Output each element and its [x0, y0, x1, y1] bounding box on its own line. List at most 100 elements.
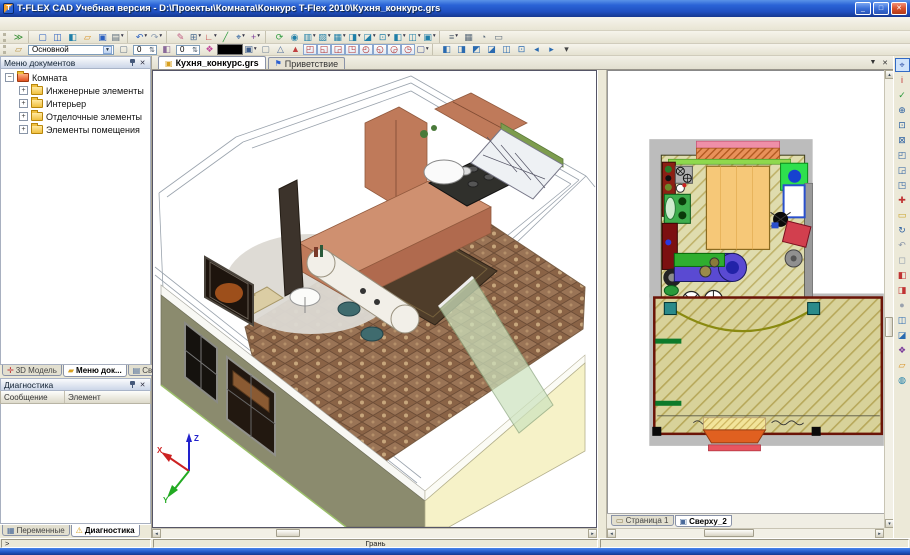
- panel-tab[interactable]: ⚠Диагностика: [71, 525, 140, 537]
- rotation-body-icon[interactable]: ◫: [407, 31, 422, 43]
- color-index-stepper[interactable]: 0⇅: [176, 45, 200, 55]
- tree-root-komnata[interactable]: − Комната: [1, 71, 150, 84]
- redo-icon[interactable]: ↷: [149, 31, 164, 43]
- grid-icon[interactable]: ⊞: [188, 31, 203, 43]
- current-color-swatch[interactable]: [217, 44, 243, 55]
- close-icon[interactable]: ✕: [138, 381, 147, 389]
- preview-icon[interactable]: ◉: [287, 31, 302, 43]
- new-from-prototype-icon[interactable]: ◫: [50, 31, 65, 43]
- diagnostics-list[interactable]: [0, 404, 151, 524]
- insert-table-icon[interactable]: ▦: [461, 31, 476, 43]
- pin-icon[interactable]: [129, 58, 136, 67]
- zoom-page-icon[interactable]: ◳: [895, 178, 910, 192]
- line-style-icon[interactable]: ▣: [243, 44, 258, 55]
- menu-item[interactable]: [62, 23, 74, 25]
- expand-icon[interactable]: +: [19, 99, 28, 108]
- boolean-icon[interactable]: ⊡: [377, 31, 392, 43]
- select-3d-cursor-icon[interactable]: ▲: [288, 44, 303, 55]
- menu-item[interactable]: [146, 23, 158, 25]
- expand-icon[interactable]: +: [19, 125, 28, 134]
- toolbar-overflow-icon[interactable]: ▾: [559, 44, 574, 55]
- check-model-icon[interactable]: ✓: [895, 88, 910, 102]
- extrusion-icon[interactable]: ◧: [392, 31, 407, 43]
- workplane-xy-icon[interactable]: ◧: [439, 44, 454, 55]
- scroll-left-icon[interactable]: ◂: [607, 529, 616, 538]
- tab-list-dropdown-icon[interactable]: ▼: [868, 59, 878, 67]
- draw-mode-8-icon[interactable]: ◷: [401, 44, 415, 55]
- expand-toolbar-icon[interactable]: ≫: [11, 31, 26, 43]
- open-scene-icon[interactable]: ▱: [895, 358, 910, 372]
- plan-hscrollbar[interactable]: ◂ ▸: [607, 528, 884, 538]
- view-top-icon[interactable]: ⊡: [514, 44, 529, 55]
- column-element[interactable]: Элемент: [65, 393, 150, 402]
- element-info-icon[interactable]: i: [895, 73, 910, 87]
- draw-mode-1-icon[interactable]: ◰: [303, 44, 317, 55]
- draw-mode-7-icon[interactable]: ◶: [387, 44, 401, 55]
- document-tab[interactable]: ⚑Приветствие: [268, 57, 346, 69]
- clean-mode-icon[interactable]: ▢: [258, 44, 273, 55]
- menu-item[interactable]: [122, 23, 134, 25]
- spinner-arrows-icon[interactable]: ⇅: [192, 46, 198, 54]
- select-cursor-icon[interactable]: △: [273, 44, 288, 55]
- tree-item[interactable]: + Интерьер: [1, 97, 150, 110]
- save-document-icon[interactable]: ▣: [95, 31, 110, 43]
- maximize-button[interactable]: □: [873, 2, 889, 15]
- print-icon[interactable]: ▤: [110, 31, 125, 43]
- panel-tab[interactable]: ✛3D Модель: [2, 365, 62, 376]
- tree-item[interactable]: + Элементы помещения: [1, 123, 150, 136]
- close-icon[interactable]: ✕: [138, 59, 147, 67]
- coordinate-system-icon[interactable]: ∟: [203, 31, 218, 43]
- plan-canvas[interactable]: [607, 71, 884, 513]
- expand-icon[interactable]: +: [19, 112, 28, 121]
- panel-tab[interactable]: ▰Меню док...: [63, 365, 127, 377]
- new-document-icon[interactable]: ▢: [35, 31, 50, 43]
- spinner-arrows-icon[interactable]: ⇅: [149, 46, 155, 54]
- zoom-object-icon[interactable]: ◲: [895, 163, 910, 177]
- draw-mode-6-icon[interactable]: ◵: [373, 44, 387, 55]
- scroll-thumb[interactable]: [885, 317, 893, 337]
- scroll-thumb[interactable]: [704, 529, 754, 537]
- picture-icon[interactable]: ▨: [317, 31, 332, 43]
- edit-solid-icon[interactable]: ◧: [895, 268, 910, 282]
- menu-item[interactable]: [134, 23, 146, 25]
- command-prompt[interactable]: >: [1, 539, 151, 548]
- new-3d-document-icon[interactable]: ◧: [65, 31, 80, 43]
- separator[interactable]: [265, 31, 270, 43]
- separator[interactable]: [439, 31, 444, 43]
- workplane-yz-icon[interactable]: ◩: [469, 44, 484, 55]
- assembly-icon[interactable]: ▣: [422, 31, 437, 43]
- zoom-in-icon[interactable]: ⊕: [895, 103, 910, 117]
- page-tab[interactable]: ▣Сверху_2: [675, 515, 732, 527]
- close-button[interactable]: ✕: [891, 2, 907, 15]
- tree-item[interactable]: + Инженерные элементы: [1, 84, 150, 97]
- menu-item[interactable]: [50, 23, 62, 25]
- array-icon[interactable]: ◨: [347, 31, 362, 43]
- column-message[interactable]: Сообщение: [1, 391, 65, 403]
- scroll-thumb[interactable]: [276, 529, 300, 537]
- rotate-right-icon[interactable]: ▸: [544, 44, 559, 55]
- rotate-left-icon[interactable]: ◂: [529, 44, 544, 55]
- panel-tab[interactable]: ▦Переменные: [2, 525, 70, 536]
- sketch-icon[interactable]: ╱: [218, 31, 233, 43]
- minimize-button[interactable]: _: [855, 2, 871, 15]
- separator[interactable]: [28, 31, 33, 43]
- render-icon[interactable]: ◍: [895, 373, 910, 387]
- collapse-icon[interactable]: −: [5, 73, 14, 82]
- edit-face-icon[interactable]: ◨: [895, 283, 910, 297]
- hidden-lines-icon[interactable]: ●: [895, 298, 910, 312]
- pan-icon[interactable]: ✚: [895, 193, 910, 207]
- select-3d-element-icon[interactable]: ⌖: [895, 58, 910, 72]
- separator[interactable]: [127, 31, 132, 43]
- view-splitter[interactable]: [597, 70, 607, 538]
- page-tab[interactable]: ▭Страница 1: [611, 515, 674, 526]
- menu-item[interactable]: [110, 23, 122, 25]
- element-links-icon[interactable]: ≡: [446, 31, 461, 43]
- chevron-down-icon[interactable]: ▼: [103, 46, 112, 54]
- scroll-right-icon[interactable]: ▸: [875, 529, 884, 538]
- wireframe-icon[interactable]: ◻: [895, 253, 910, 267]
- view-front-icon[interactable]: ◫: [499, 44, 514, 55]
- workplane-xz-icon[interactable]: ◨: [454, 44, 469, 55]
- menu-item[interactable]: [86, 23, 98, 25]
- zoom-all-icon[interactable]: ⊠: [895, 133, 910, 147]
- draw-mode-2-icon[interactable]: ◱: [317, 44, 331, 55]
